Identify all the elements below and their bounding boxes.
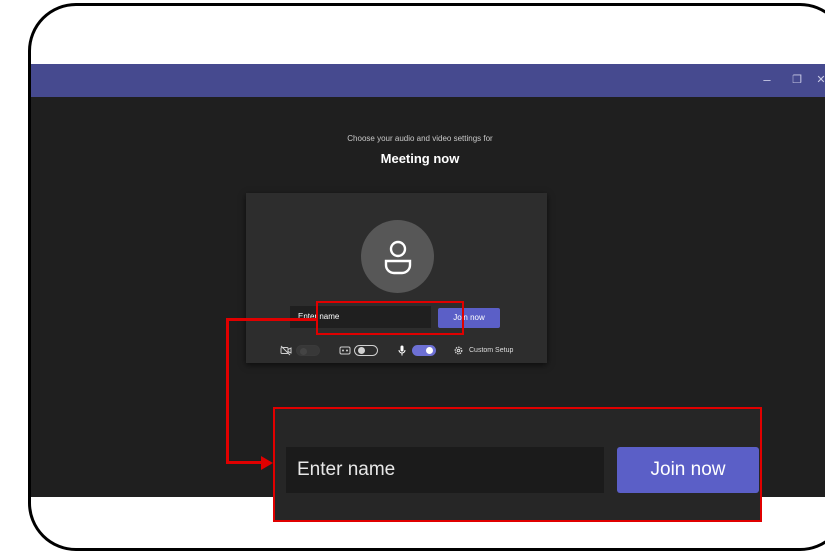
avatar (361, 220, 434, 293)
maximize-button[interactable]: ❐ (789, 70, 805, 90)
video-preview-card: Enter name Join now Custom Setup (246, 193, 547, 363)
microphone-toggle[interactable] (412, 345, 436, 356)
highlight-box (316, 301, 464, 335)
gear-icon (454, 346, 463, 355)
camera-off-icon (280, 345, 292, 356)
meeting-title: Meeting now (380, 151, 460, 166)
microphone-icon (398, 345, 406, 356)
blur-toggle[interactable] (354, 345, 378, 356)
callout-connector-horizontal (226, 318, 317, 321)
zoomed-callout: Enter name Join now (273, 407, 762, 522)
custom-setup-button[interactable]: Custom Setup (469, 345, 513, 356)
close-button[interactable]: ✕ (813, 70, 825, 90)
camera-toggle[interactable] (296, 345, 320, 356)
person-icon (384, 240, 412, 275)
minimize-button[interactable]: – (759, 70, 775, 90)
title-bar: – ❐ ✕ (31, 64, 825, 97)
background-blur-icon (339, 346, 351, 355)
prejoin-subtitle: Choose your audio and video settings for (347, 134, 493, 143)
callout-connector-bottom (226, 461, 262, 464)
callout-connector-vertical (226, 318, 229, 464)
callout-arrow-icon (261, 456, 273, 470)
zoomed-name-input[interactable]: Enter name (286, 447, 604, 493)
zoomed-join-now-button[interactable]: Join now (617, 447, 759, 493)
